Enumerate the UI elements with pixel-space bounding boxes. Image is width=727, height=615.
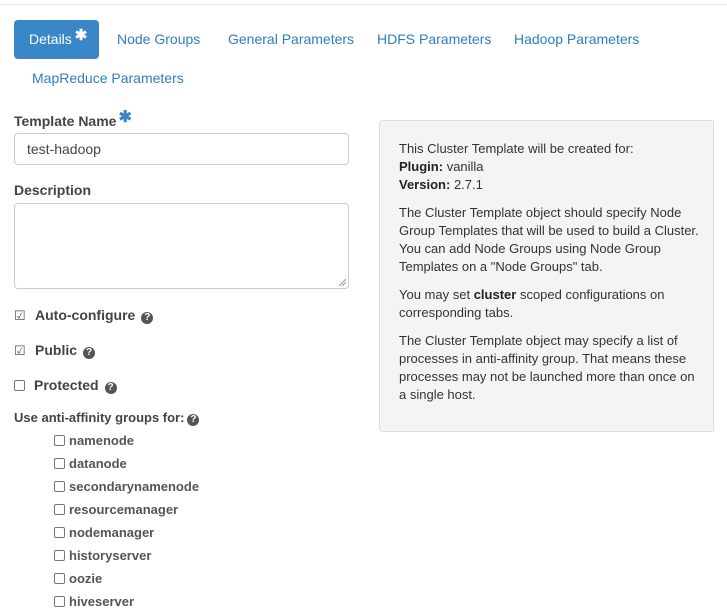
template-name-label: Template Name ✱ [14, 109, 132, 131]
anti-affinity-option[interactable]: secondarynamenode [54, 478, 199, 496]
anti-affinity-option[interactable]: resourcemanager [54, 501, 178, 519]
checkbox-unchecked-icon[interactable] [54, 458, 65, 469]
info-version: Version: 2.7.1 [399, 177, 483, 192]
anti-affinity-option[interactable]: oozie [54, 570, 102, 588]
help-info-panel: This Cluster Template will be created fo… [379, 120, 714, 432]
info-paragraph-configurations: You may set cluster scoped configuration… [399, 286, 699, 322]
public-checkbox[interactable]: ☑ Public? [14, 340, 96, 361]
anti-affinity-option[interactable]: nodemanager [54, 524, 154, 542]
anti-affinity-option[interactable]: namenode [54, 432, 134, 450]
anti-affinity-label: Use anti-affinity groups for:? [14, 410, 200, 426]
anti-affinity-option[interactable]: historyserver [54, 547, 151, 565]
protected-label: Protected [34, 377, 99, 393]
template-name-input[interactable]: test-hadoop [14, 133, 349, 165]
option-label: historyserver [69, 548, 152, 563]
checkbox-unchecked-icon[interactable] [54, 550, 65, 561]
auto-configure-checkbox[interactable]: ☑ Auto-configure? [14, 305, 154, 326]
anti-affinity-label-text: Use anti-affinity groups for: [14, 410, 185, 425]
checkbox-unchecked-icon[interactable] [54, 435, 65, 446]
tab-mapreduce-parameters[interactable]: MapReduce Parameters [32, 68, 184, 88]
info-paragraph-node-groups: The Cluster Template object should speci… [399, 205, 699, 274]
info-paragraph-anti-affinity: The Cluster Template object may specify … [399, 333, 695, 402]
checkbox-checked-icon[interactable]: ☑ [14, 306, 26, 326]
option-label: secondarynamenode [69, 479, 200, 494]
anti-affinity-option[interactable]: datanode [54, 455, 127, 473]
option-label: resourcemanager [69, 502, 179, 517]
template-name-label-text: Template Name [14, 113, 117, 129]
help-icon[interactable]: ? [187, 414, 200, 426]
checkbox-unchecked-icon[interactable] [14, 380, 25, 391]
required-asterisk-icon: ✱ [118, 109, 132, 126]
plugin-label: Plugin [399, 159, 439, 174]
version-value: 2.7.1 [453, 177, 483, 192]
plugin-value: vanilla [446, 159, 484, 174]
para2-pre: You may set [399, 287, 474, 302]
checkbox-checked-icon[interactable]: ☑ [14, 341, 26, 361]
help-icon[interactable]: ? [141, 312, 154, 324]
tab-hdfs-parameters[interactable]: HDFS Parameters [377, 29, 491, 49]
public-label: Public [35, 342, 78, 358]
auto-configure-label: Auto-configure [35, 307, 136, 323]
option-label: namenode [69, 433, 135, 448]
option-label: datanode [69, 456, 127, 471]
required-asterisk-icon: ✱ [74, 27, 88, 44]
description-label: Description [14, 182, 92, 198]
option-label: nodemanager [69, 525, 155, 540]
checkbox-unchecked-icon[interactable] [54, 504, 65, 515]
help-icon[interactable]: ? [104, 382, 117, 394]
checkbox-unchecked-icon[interactable] [54, 573, 65, 584]
tab-details[interactable]: Details ✱ [14, 20, 99, 59]
tab-node-groups[interactable]: Node Groups [117, 29, 200, 49]
top-divider [0, 4, 727, 5]
anti-affinity-option[interactable]: hiveserver [54, 593, 134, 611]
description-textarea[interactable] [14, 203, 349, 289]
para2-bold: cluster [473, 287, 517, 302]
help-icon[interactable]: ? [83, 347, 96, 359]
checkbox-unchecked-icon[interactable] [54, 527, 65, 538]
checkbox-unchecked-icon[interactable] [54, 596, 65, 607]
option-label: oozie [69, 571, 103, 586]
resize-handle-icon[interactable] [338, 278, 346, 286]
info-intro: This Cluster Template will be created fo… [399, 141, 634, 156]
info-plugin: Plugin: vanilla [399, 159, 484, 174]
tab-details-label: Details [29, 31, 72, 47]
tab-hadoop-parameters[interactable]: Hadoop Parameters [514, 29, 639, 49]
protected-checkbox[interactable]: Protected? [14, 375, 117, 395]
version-label: Version [399, 177, 446, 192]
tab-general-parameters[interactable]: General Parameters [228, 29, 354, 49]
checkbox-unchecked-icon[interactable] [54, 481, 65, 492]
option-label: hiveserver [69, 594, 135, 609]
